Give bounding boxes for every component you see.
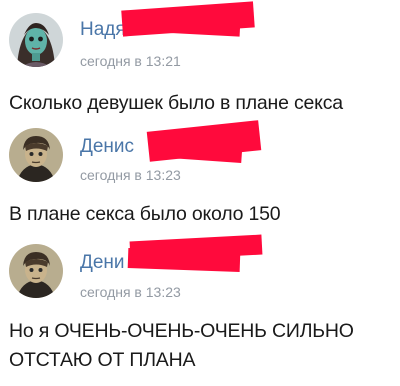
message-text: Но я ОЧЕНЬ-ОЧЕНЬ-ОЧЕНЬ СИЛЬНО ОТСТАЮ ОТ … (9, 320, 354, 371)
author-name[interactable]: Дени (80, 253, 125, 272)
male-sketch-avatar-icon (9, 244, 63, 298)
post-timestamp[interactable]: сегодня в 13:23 (80, 285, 181, 299)
post-3: Дени сегодня в 13:23 Но я ОЧЕНЬ-ОЧЕНЬ-ОЧ… (0, 0, 400, 386)
redaction-mark (127, 248, 241, 272)
user-avatar[interactable] (9, 244, 63, 298)
